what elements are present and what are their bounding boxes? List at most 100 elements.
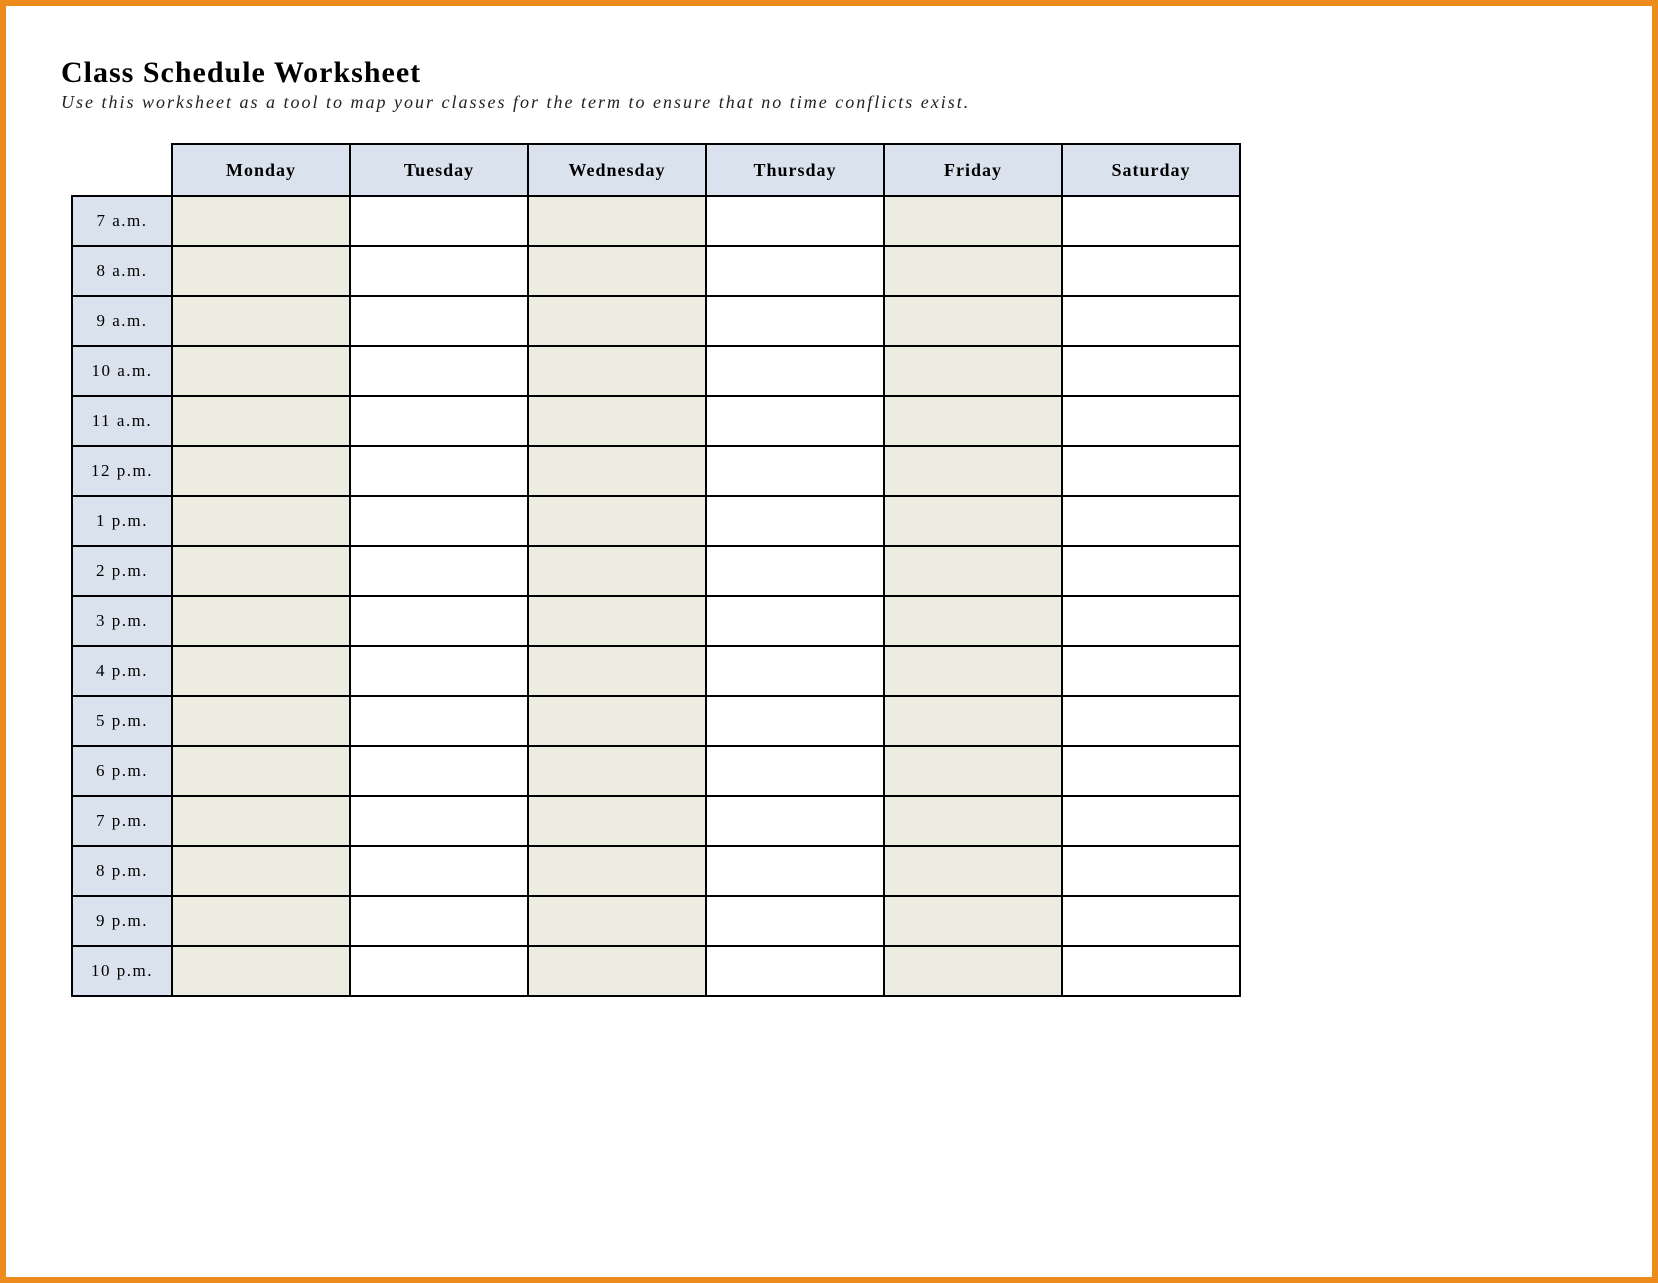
schedule-cell[interactable] — [706, 396, 884, 446]
schedule-cell[interactable] — [884, 296, 1062, 346]
schedule-cell[interactable] — [172, 446, 350, 496]
table-row: 9 a.m. — [72, 296, 1240, 346]
schedule-cell[interactable] — [528, 746, 706, 796]
schedule-cell[interactable] — [706, 746, 884, 796]
schedule-cell[interactable] — [884, 496, 1062, 546]
schedule-cell[interactable] — [1062, 546, 1240, 596]
schedule-cell[interactable] — [706, 546, 884, 596]
schedule-cell[interactable] — [884, 796, 1062, 846]
schedule-cell[interactable] — [884, 746, 1062, 796]
schedule-cell[interactable] — [350, 896, 528, 946]
schedule-cell[interactable] — [884, 896, 1062, 946]
schedule-cell[interactable] — [706, 496, 884, 546]
schedule-cell[interactable] — [884, 246, 1062, 296]
schedule-cell[interactable] — [1062, 246, 1240, 296]
schedule-cell[interactable] — [1062, 796, 1240, 846]
schedule-cell[interactable] — [172, 246, 350, 296]
schedule-cell[interactable] — [350, 846, 528, 896]
day-header: Saturday — [1062, 144, 1240, 196]
schedule-cell[interactable] — [528, 396, 706, 446]
schedule-cell[interactable] — [172, 946, 350, 996]
corner-cell — [72, 144, 172, 196]
schedule-cell[interactable] — [706, 296, 884, 346]
schedule-cell[interactable] — [528, 546, 706, 596]
schedule-cell[interactable] — [1062, 346, 1240, 396]
schedule-cell[interactable] — [706, 696, 884, 746]
schedule-cell[interactable] — [1062, 696, 1240, 746]
schedule-cell[interactable] — [1062, 596, 1240, 646]
schedule-cell[interactable] — [172, 896, 350, 946]
schedule-cell[interactable] — [706, 946, 884, 996]
schedule-cell[interactable] — [350, 296, 528, 346]
schedule-cell[interactable] — [350, 696, 528, 746]
schedule-cell[interactable] — [706, 596, 884, 646]
schedule-cell[interactable] — [1062, 196, 1240, 246]
schedule-cell[interactable] — [350, 596, 528, 646]
schedule-cell[interactable] — [1062, 746, 1240, 796]
schedule-cell[interactable] — [706, 446, 884, 496]
schedule-cell[interactable] — [528, 296, 706, 346]
schedule-cell[interactable] — [528, 946, 706, 996]
schedule-cell[interactable] — [172, 496, 350, 546]
schedule-cell[interactable] — [528, 846, 706, 896]
schedule-cell[interactable] — [884, 646, 1062, 696]
schedule-cell[interactable] — [706, 846, 884, 896]
schedule-cell[interactable] — [172, 696, 350, 746]
schedule-cell[interactable] — [884, 946, 1062, 996]
schedule-cell[interactable] — [528, 596, 706, 646]
schedule-cell[interactable] — [1062, 646, 1240, 696]
schedule-cell[interactable] — [1062, 846, 1240, 896]
schedule-cell[interactable] — [1062, 496, 1240, 546]
schedule-cell[interactable] — [884, 396, 1062, 446]
schedule-cell[interactable] — [172, 396, 350, 446]
schedule-cell[interactable] — [350, 796, 528, 846]
schedule-cell[interactable] — [528, 346, 706, 396]
schedule-cell[interactable] — [350, 746, 528, 796]
schedule-cell[interactable] — [528, 896, 706, 946]
schedule-cell[interactable] — [172, 796, 350, 846]
schedule-cell[interactable] — [706, 896, 884, 946]
schedule-cell[interactable] — [884, 196, 1062, 246]
schedule-cell[interactable] — [1062, 446, 1240, 496]
schedule-cell[interactable] — [350, 446, 528, 496]
schedule-cell[interactable] — [884, 446, 1062, 496]
schedule-cell[interactable] — [172, 646, 350, 696]
schedule-cell[interactable] — [350, 196, 528, 246]
schedule-cell[interactable] — [350, 246, 528, 296]
schedule-cell[interactable] — [172, 846, 350, 896]
schedule-cell[interactable] — [884, 696, 1062, 746]
schedule-cell[interactable] — [350, 346, 528, 396]
schedule-cell[interactable] — [1062, 296, 1240, 346]
schedule-cell[interactable] — [1062, 396, 1240, 446]
schedule-cell[interactable] — [528, 496, 706, 546]
schedule-cell[interactable] — [350, 396, 528, 446]
schedule-cell[interactable] — [350, 546, 528, 596]
schedule-cell[interactable] — [528, 796, 706, 846]
schedule-cell[interactable] — [884, 346, 1062, 396]
schedule-cell[interactable] — [528, 196, 706, 246]
schedule-cell[interactable] — [528, 246, 706, 296]
schedule-cell[interactable] — [172, 346, 350, 396]
schedule-cell[interactable] — [350, 646, 528, 696]
schedule-cell[interactable] — [350, 496, 528, 546]
schedule-cell[interactable] — [172, 196, 350, 246]
schedule-cell[interactable] — [706, 346, 884, 396]
schedule-cell[interactable] — [528, 446, 706, 496]
schedule-cell[interactable] — [884, 846, 1062, 896]
schedule-cell[interactable] — [1062, 896, 1240, 946]
schedule-cell[interactable] — [350, 946, 528, 996]
schedule-cell[interactable] — [1062, 946, 1240, 996]
schedule-cell[interactable] — [706, 796, 884, 846]
schedule-cell[interactable] — [706, 246, 884, 296]
schedule-cell[interactable] — [172, 296, 350, 346]
schedule-cell[interactable] — [528, 646, 706, 696]
schedule-cell[interactable] — [884, 546, 1062, 596]
schedule-cell[interactable] — [172, 546, 350, 596]
schedule-cell[interactable] — [172, 746, 350, 796]
schedule-cell[interactable] — [884, 596, 1062, 646]
table-row: 1 p.m. — [72, 496, 1240, 546]
schedule-cell[interactable] — [528, 696, 706, 746]
schedule-cell[interactable] — [172, 596, 350, 646]
schedule-cell[interactable] — [706, 646, 884, 696]
schedule-cell[interactable] — [706, 196, 884, 246]
